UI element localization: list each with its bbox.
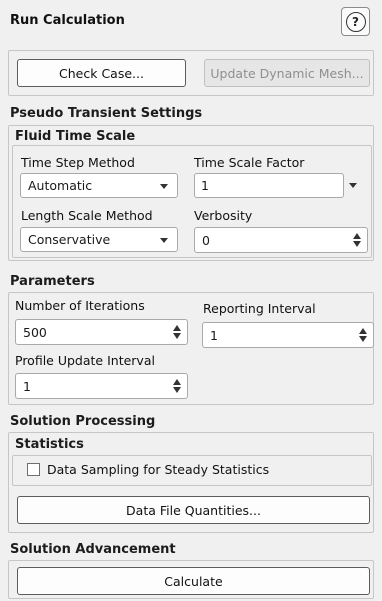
time-scale-factor-input[interactable]: 1 <box>194 173 344 198</box>
spin-down-icon[interactable] <box>173 333 181 339</box>
time-scale-factor-label: Time Scale Factor <box>194 155 305 170</box>
statistics-heading: Statistics <box>15 437 84 452</box>
length-scale-method-label: Length Scale Method <box>21 208 153 223</box>
time-step-method-label: Time Step Method <box>21 155 135 170</box>
update-dynamic-mesh-button[interactable]: Update Dynamic Mesh... <box>204 59 370 87</box>
reporting-interval-spinner[interactable]: 1 <box>202 322 374 348</box>
reporting-interval-value: 1 <box>210 327 218 343</box>
help-button[interactable]: ? <box>341 7 370 36</box>
profile-update-interval-spinner[interactable]: 1 <box>15 373 188 399</box>
chevron-down-icon <box>160 237 168 243</box>
spin-up-icon[interactable] <box>353 233 361 239</box>
time-step-method-select[interactable]: Automatic <box>20 173 178 198</box>
solution-processing-heading: Solution Processing <box>10 414 156 429</box>
spin-down-icon[interactable] <box>353 241 361 247</box>
data-file-quantities-button[interactable]: Data File Quantities... <box>17 496 370 524</box>
profile-update-interval-value: 1 <box>23 378 31 394</box>
time-scale-factor-value: 1 <box>201 178 209 193</box>
length-scale-method-select[interactable]: Conservative <box>20 227 178 252</box>
check-case-button[interactable]: Check Case... <box>17 59 186 87</box>
verbosity-label: Verbosity <box>194 208 253 223</box>
spin-up-icon[interactable] <box>173 325 181 331</box>
length-scale-method-value: Conservative <box>28 232 111 247</box>
panel-title: Run Calculation <box>10 13 125 28</box>
chevron-down-icon <box>160 183 168 189</box>
profile-update-interval-label: Profile Update Interval <box>15 353 155 368</box>
data-sampling-label: Data Sampling for Steady Statistics <box>47 462 270 477</box>
spin-down-icon[interactable] <box>359 336 367 342</box>
pseudo-transient-heading: Pseudo Transient Settings <box>10 106 203 121</box>
time-scale-factor-dropdown-icon[interactable] <box>349 183 357 188</box>
data-sampling-checkbox[interactable] <box>27 463 40 476</box>
iterations-value: 500 <box>23 324 47 340</box>
iterations-label: Number of Iterations <box>15 298 145 313</box>
time-step-method-value: Automatic <box>28 178 93 193</box>
reporting-interval-label: Reporting Interval <box>203 301 316 316</box>
question-circle-icon: ? <box>345 11 366 32</box>
spin-down-icon[interactable] <box>173 387 181 393</box>
calculate-button[interactable]: Calculate <box>17 567 370 595</box>
spin-up-icon[interactable] <box>173 379 181 385</box>
parameters-heading: Parameters <box>10 274 95 289</box>
fluid-time-scale-heading: Fluid Time Scale <box>15 129 136 144</box>
iterations-spinner[interactable]: 500 <box>15 319 188 345</box>
verbosity-spinner[interactable]: 0 <box>194 227 368 253</box>
spin-up-icon[interactable] <box>359 328 367 334</box>
solution-advancement-heading: Solution Advancement <box>10 542 176 557</box>
verbosity-value: 0 <box>202 232 210 248</box>
